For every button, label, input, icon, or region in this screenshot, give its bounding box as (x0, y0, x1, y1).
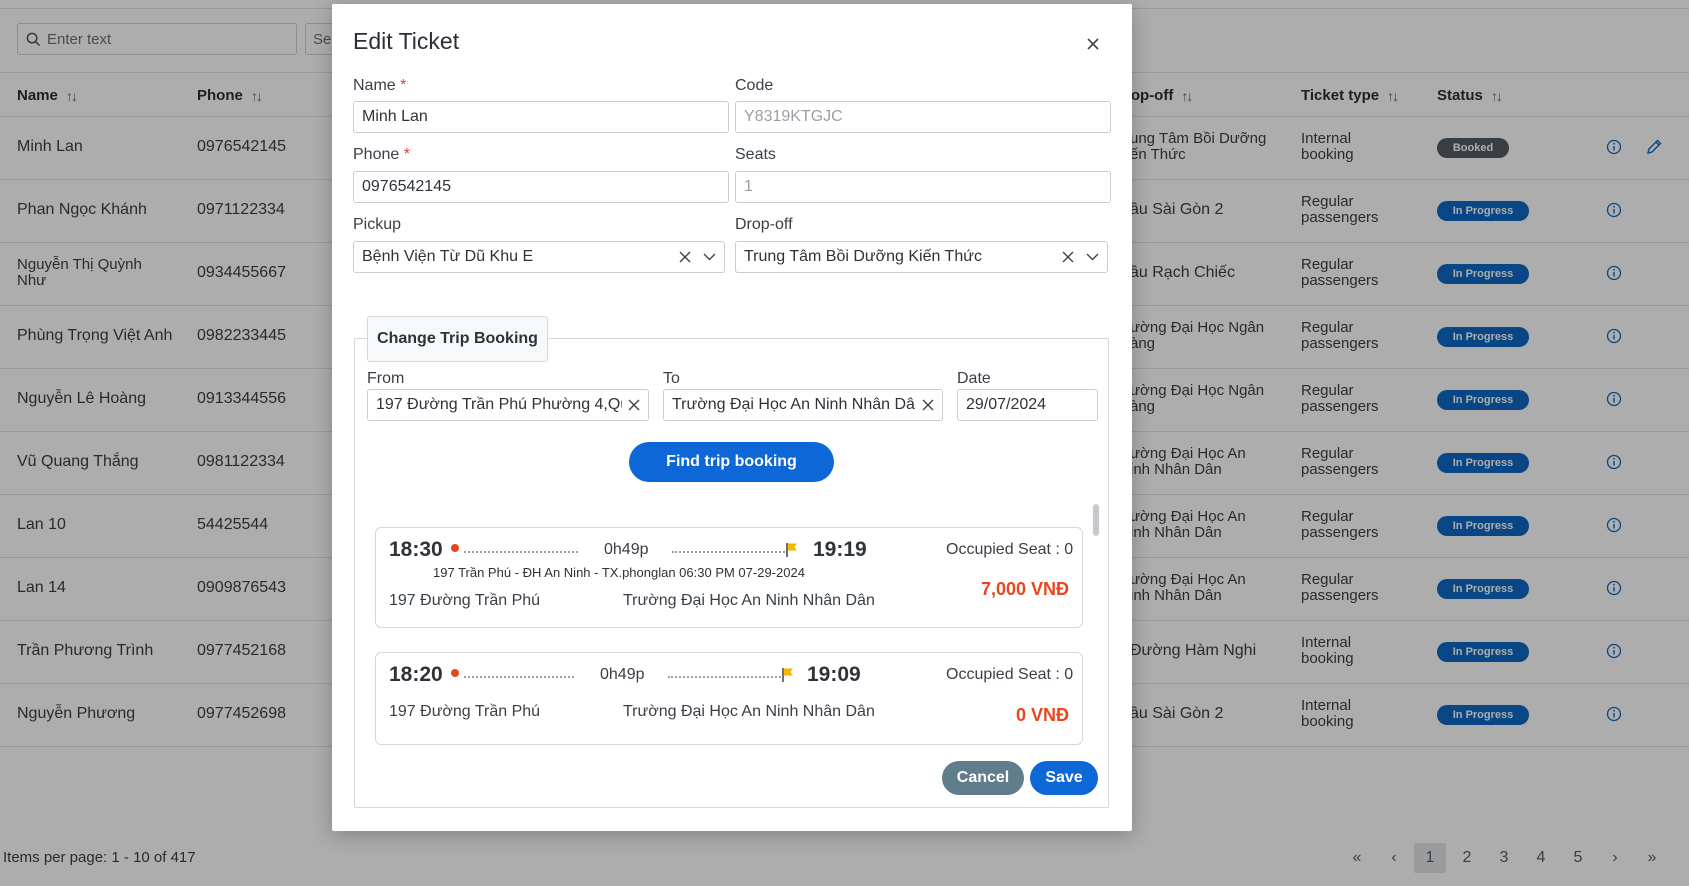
trip-origin: 197 Đường Trần Phú (389, 703, 541, 720)
find-trip-booking-button[interactable]: Find trip booking (629, 442, 834, 482)
modal-title: Edit Ticket (353, 28, 460, 54)
arrive-time: 19:19 (813, 538, 867, 561)
required-mark: * (400, 77, 407, 94)
phone-value: 0976542145 (362, 178, 451, 195)
depart-time: 18:20 (389, 663, 443, 686)
to-value: Trường Đại Học An Ninh Nhân Dân F (672, 396, 916, 413)
origin-pin-icon (451, 544, 459, 552)
origin-pin-icon (451, 669, 459, 677)
seats-value: 1 (744, 178, 753, 195)
clear-icon[interactable] (628, 399, 640, 411)
seats-label: Seats (735, 146, 776, 163)
clear-icon[interactable] (679, 251, 691, 263)
date-value: 29/07/2024 (966, 396, 1047, 413)
route-line (668, 676, 781, 678)
save-button[interactable]: Save (1030, 761, 1098, 795)
route-line (464, 676, 574, 678)
close-icon[interactable] (1083, 34, 1103, 54)
name-value: Minh Lan (362, 108, 428, 125)
dropoff-select[interactable]: Trung Tâm Bồi Dưỡng Kiến Thức (735, 241, 1108, 273)
date-field[interactable]: 29/07/2024 (957, 389, 1098, 421)
pickup-value: Bệnh Viện Từ Dũ Khu E (362, 248, 534, 265)
trip-card[interactable]: 18:20 0h49p 19:09 Occupied Seat : 0 197 … (375, 652, 1083, 745)
trip-list-scrollbar[interactable] (1093, 504, 1099, 536)
trip-price: 7,000 VNĐ (980, 579, 1069, 599)
dropoff-label: Drop-off (735, 216, 793, 233)
name-label-text: Name (353, 77, 396, 94)
code-field: Y8319KTGJC (735, 101, 1111, 133)
phone-label-text: Phone (353, 146, 400, 163)
pickup-select[interactable]: Bệnh Viện Từ Dũ Khu E (353, 241, 725, 273)
to-label: To (663, 370, 680, 387)
code-label: Code (735, 77, 774, 94)
trip-price: 0 VNĐ (1015, 705, 1069, 725)
trip-destination: Trường Đại Học An Ninh Nhân Dân (623, 592, 875, 609)
chevron-down-icon[interactable] (1086, 253, 1099, 261)
to-field[interactable]: Trường Đại Học An Ninh Nhân Dân F (663, 389, 943, 421)
trip-duration: 0h49p (600, 666, 645, 683)
dropoff-value: Trung Tâm Bồi Dưỡng Kiến Thức (744, 248, 982, 265)
name-label: Name * (353, 77, 406, 95)
trip-subtitle: 197 Trần Phú - ĐH An Ninh - TX.phonglan … (433, 565, 805, 580)
depart-time: 18:30 (389, 538, 443, 561)
clear-icon[interactable] (1062, 251, 1074, 263)
from-value: 197 Đường Trần Phú Phường 4,Quận (376, 396, 622, 413)
from-label: From (367, 370, 405, 387)
arrive-time: 19:09 (807, 663, 861, 686)
required-mark: * (403, 146, 410, 163)
destination-flag-icon (786, 543, 797, 557)
seats-field: 1 (735, 171, 1111, 203)
trip-origin: 197 Đường Trần Phú (389, 592, 541, 609)
edit-ticket-modal: Edit Ticket Name * Minh Lan Code Y8319KT… (332, 4, 1132, 831)
trip-card[interactable]: 18:30 0h49p 19:19 Occupied Seat : 0 197 … (375, 527, 1083, 628)
trip-destination: Trường Đại Học An Ninh Nhân Dân (623, 703, 875, 720)
trip-duration: 0h49p (604, 541, 649, 558)
clear-icon[interactable] (922, 399, 934, 411)
occupied-seat: Occupied Seat : 0 (946, 666, 1074, 683)
phone-field[interactable]: 0976542145 (353, 171, 729, 203)
pickup-label: Pickup (353, 216, 402, 233)
cancel-button[interactable]: Cancel (942, 761, 1024, 795)
destination-flag-icon (782, 668, 793, 682)
occupied-seat: Occupied Seat : 0 (946, 541, 1074, 558)
phone-label: Phone * (353, 146, 410, 164)
from-field[interactable]: 197 Đường Trần Phú Phường 4,Quận (367, 389, 649, 421)
tab-change-trip-booking[interactable]: Change Trip Booking (367, 316, 548, 362)
route-line (672, 551, 785, 553)
route-line (464, 551, 578, 553)
code-value: Y8319KTGJC (744, 108, 843, 125)
date-label: Date (957, 370, 991, 387)
chevron-down-icon[interactable] (703, 253, 716, 261)
name-field[interactable]: Minh Lan (353, 101, 729, 133)
